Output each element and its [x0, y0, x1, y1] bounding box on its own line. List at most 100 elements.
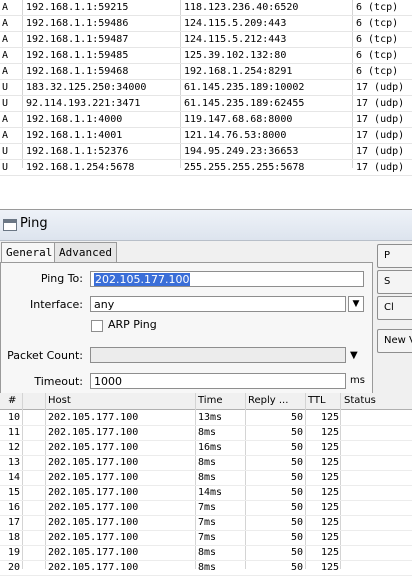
cell-reply: 50: [290, 472, 303, 483]
protocol: 17 (udp): [356, 98, 405, 109]
column-header-reply[interactable]: Reply ...: [248, 393, 288, 409]
connection-table: A 192.168.1.1:59215 118.123.236.40:6520 6 (…: [0, 0, 412, 176]
cell-reply: 50: [290, 442, 303, 453]
tab-advanced[interactable]: Advanced: [54, 242, 117, 262]
connection-row[interactable]: A 192.168.1.1:4001 121.14.76.53:8000 17 (ud…: [0, 128, 412, 144]
column-header-host[interactable]: Host: [48, 393, 71, 409]
connection-row[interactable]: U 192.168.1.1:52376 194.95.249.23:36653 17 …: [0, 144, 412, 160]
timeout-input[interactable]: 1000: [90, 373, 346, 389]
connection-type: A: [2, 34, 9, 45]
protocol: 6 (tcp): [356, 50, 399, 61]
table-row[interactable]: 19 202.105.177.100 8ms 50 125: [0, 545, 412, 561]
cell-ttl: 125: [321, 427, 340, 438]
column-header-ttl[interactable]: TTL: [308, 393, 326, 409]
interface-dropdown-icon[interactable]: ▼: [348, 296, 364, 312]
connection-row[interactable]: A 192.168.1.1:59468 192.168.1.254:8291 6 (t…: [0, 64, 412, 80]
connection-row[interactable]: A 192.168.1.1:59215 118.123.236.40:6520 6 (…: [0, 0, 412, 16]
table-row[interactable]: 15 202.105.177.100 14ms 50 125: [0, 485, 412, 501]
cell-time: 7ms: [198, 502, 217, 513]
cell-reply: 50: [290, 457, 303, 468]
connection-type: A: [2, 114, 9, 125]
connection-row[interactable]: U 192.168.1.254:5678 255.255.255.255:5678 1…: [0, 160, 412, 176]
cell-ttl: 125: [321, 517, 340, 528]
cell-ttl: 125: [321, 412, 340, 423]
src-address: 192.168.1.1:59468: [26, 66, 129, 77]
timeout-unit: ms: [350, 375, 365, 386]
connection-row[interactable]: A 192.168.1.1:4000 119.147.68.68:8000 17 (u…: [0, 112, 412, 128]
cell-host: 202.105.177.100: [48, 532, 139, 543]
packet-count-dropdown-icon[interactable]: ▼: [350, 350, 358, 361]
table-row[interactable]: 10 202.105.177.100 13ms 50 125: [0, 410, 412, 426]
connection-type: A: [2, 2, 9, 13]
dst-address: 118.123.236.40:6520: [184, 2, 299, 13]
table-row[interactable]: 13 202.105.177.100 8ms 50 125: [0, 455, 412, 471]
protocol: 17 (udp): [356, 130, 405, 141]
timeout-value: 1000: [94, 375, 122, 388]
cell-time: 8ms: [198, 472, 217, 483]
column-header-time[interactable]: Time: [198, 393, 222, 409]
cell-host: 202.105.177.100: [48, 457, 139, 468]
cell-host: 202.105.177.100: [48, 517, 139, 528]
dst-address: 194.95.249.23:36653: [184, 146, 299, 157]
title-bar[interactable]: Ping: [0, 210, 412, 241]
dst-address: 61.145.235.189:62455: [184, 98, 305, 109]
tab-general[interactable]: General: [1, 242, 58, 263]
connection-row[interactable]: A 192.168.1.1:59487 124.115.5.212:443 6 (tc…: [0, 32, 412, 48]
protocol: 6 (tcp): [356, 66, 399, 77]
protocol: 17 (udp): [356, 146, 405, 157]
cell-num: 11: [8, 427, 21, 438]
cell-num: 13: [8, 457, 21, 468]
dst-address: 255.255.255.255:5678: [184, 162, 305, 173]
dst-address: 61.145.235.189:10002: [184, 82, 305, 93]
cell-ttl: 125: [321, 472, 340, 483]
cell-time: 13ms: [198, 412, 223, 423]
stop-button[interactable]: S: [377, 270, 412, 294]
dst-address: 119.147.68.68:8000: [184, 114, 293, 125]
table-row[interactable]: 20 202.105.177.100 8ms 50 125: [0, 560, 412, 576]
cell-num: 10: [8, 412, 21, 423]
table-row[interactable]: 11 202.105.177.100 8ms 50 125: [0, 425, 412, 441]
src-address: 183.32.125.250:34000: [26, 82, 147, 93]
window-title: Ping: [20, 216, 48, 231]
start-button[interactable]: P: [377, 244, 412, 268]
cell-reply: 50: [290, 412, 303, 423]
ping-to-input[interactable]: 202.105.177.100: [90, 271, 364, 287]
column-header-status[interactable]: Status: [344, 393, 376, 409]
connection-row[interactable]: U 183.32.125.250:34000 61.145.235.189:1000…: [0, 80, 412, 96]
column-header-num[interactable]: #: [8, 393, 16, 409]
cell-time: 8ms: [198, 427, 217, 438]
cell-num: 15: [8, 487, 21, 498]
src-address: 92.114.193.221:3471: [26, 98, 141, 109]
table-row[interactable]: 16 202.105.177.100 7ms 50 125: [0, 500, 412, 516]
cell-reply: 50: [290, 532, 303, 543]
src-address: 192.168.1.254:5678: [26, 162, 135, 173]
src-address: 192.168.1.1:59487: [26, 34, 129, 45]
table-row[interactable]: 18 202.105.177.100 7ms 50 125: [0, 530, 412, 546]
table-row[interactable]: 17 202.105.177.100 7ms 50 125: [0, 515, 412, 531]
table-row[interactable]: 14 202.105.177.100 8ms 50 125: [0, 470, 412, 486]
cell-time: 8ms: [198, 547, 217, 558]
connection-type: U: [2, 98, 9, 109]
connection-row[interactable]: A 192.168.1.1:59486 124.115.5.209:443 6 (tc…: [0, 16, 412, 32]
connection-type: A: [2, 66, 9, 77]
src-address: 192.168.1.1:59215: [26, 2, 129, 13]
arp-ping-checkbox[interactable]: [91, 320, 103, 332]
close-button[interactable]: Cl: [377, 296, 412, 320]
connection-type: U: [2, 162, 9, 173]
cell-num: 19: [8, 547, 21, 558]
interface-select[interactable]: any: [90, 296, 346, 312]
packet-count-input[interactable]: [90, 347, 346, 363]
cell-time: 16ms: [198, 442, 223, 453]
cell-reply: 50: [290, 502, 303, 513]
table-row[interactable]: 12 202.105.177.100 16ms 50 125: [0, 440, 412, 456]
protocol: 17 (udp): [356, 114, 405, 125]
protocol: 17 (udp): [356, 82, 405, 93]
table-header: # Host Time Reply ... TTL Status: [0, 393, 412, 410]
ping-results-table: # Host Time Reply ... TTL Status 10 202.1…: [0, 393, 412, 576]
connection-row[interactable]: U 92.114.193.221:3471 61.145.235.189:62455…: [0, 96, 412, 112]
cell-num: 17: [8, 517, 21, 528]
cell-ttl: 125: [321, 532, 340, 543]
dst-address: 192.168.1.254:8291: [184, 66, 293, 77]
new-window-button[interactable]: New V: [377, 329, 412, 353]
connection-row[interactable]: A 192.168.1.1:59485 125.39.102.132:80 6 (tc…: [0, 48, 412, 64]
